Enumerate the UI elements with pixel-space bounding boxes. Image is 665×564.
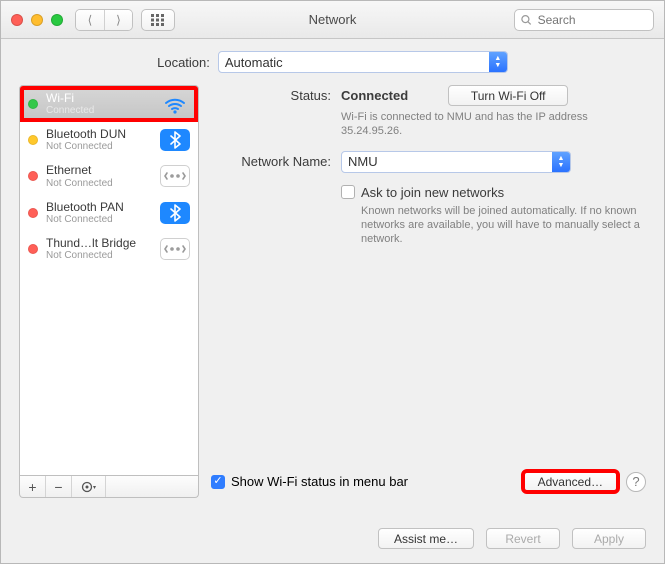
sidebar-item-wifi[interactable]: Wi-Fi Connected: [20, 86, 198, 122]
status-description: Wi-Fi is connected to NMU and has the IP…: [341, 110, 631, 139]
network-window: ⟨ ⟩ Network Location: Automatic: [0, 0, 665, 564]
search-field-wrap[interactable]: [514, 9, 654, 31]
sidebar-item-name: Wi-Fi: [46, 92, 152, 105]
location-label: Location:: [157, 55, 210, 70]
sidebar-item-ethernet[interactable]: Ethernet Not Connected: [20, 158, 198, 194]
sidebar-item-sub: Not Connected: [46, 141, 152, 152]
nav-back-forward: ⟨ ⟩: [75, 9, 133, 31]
remove-service-button[interactable]: −: [46, 476, 72, 497]
select-arrows-icon: ▲▼: [489, 52, 507, 72]
detail-bottom-row: Show Wi-Fi status in menu bar Advanced… …: [211, 465, 646, 498]
zoom-window-button[interactable]: [51, 14, 63, 26]
network-name-label: Network Name:: [211, 151, 341, 169]
sidebar-item-text: Wi-Fi Connected: [46, 92, 152, 116]
status-dot-icon: [28, 99, 38, 109]
sidebar-item-name: Thund…lt Bridge: [46, 237, 152, 250]
sidebar-item-text: Ethernet Not Connected: [46, 164, 152, 188]
main-content: Wi-Fi Connected Bluetooth DUN Not Connec…: [1, 85, 664, 516]
ask-join-label: Ask to join new networks: [361, 185, 504, 200]
location-select[interactable]: Automatic ▲▼: [218, 51, 508, 73]
ethernet-icon: [160, 165, 190, 187]
forward-button[interactable]: ⟩: [104, 10, 132, 30]
gear-icon: [81, 481, 97, 493]
status-dot-icon: [28, 135, 38, 145]
advanced-button[interactable]: Advanced…: [523, 471, 618, 492]
show-all-button[interactable]: [141, 9, 175, 31]
ethernet-icon: [160, 238, 190, 260]
select-arrows-icon: ▲▼: [552, 152, 570, 172]
titlebar: ⟨ ⟩ Network: [1, 1, 664, 39]
detail-panel: Status: Connected Turn Wi-Fi Off Wi-Fi i…: [211, 85, 646, 498]
sidebar-item-name: Bluetooth DUN: [46, 128, 152, 141]
status-value: Connected: [341, 88, 408, 103]
assist-me-button[interactable]: Assist me…: [378, 528, 474, 549]
network-name-row: Network Name: NMU ▲▼: [211, 151, 646, 173]
show-menu-label: Show Wi-Fi status in menu bar: [231, 474, 408, 489]
sidebar-item-name: Bluetooth PAN: [46, 201, 152, 214]
service-options-button[interactable]: [72, 476, 106, 497]
window-footer: Assist me… Revert Apply: [1, 516, 664, 563]
minimize-window-button[interactable]: [31, 14, 43, 26]
show-menu-checkbox[interactable]: [211, 475, 225, 489]
search-input[interactable]: [536, 12, 647, 28]
status-dot-icon: [28, 171, 38, 181]
search-icon: [521, 14, 532, 26]
bluetooth-icon: [160, 129, 190, 151]
ask-join-description: Known networks will be joined automatica…: [361, 204, 646, 247]
sidebar-item-sub: Not Connected: [46, 178, 152, 189]
sidebar-item-text: Thund…lt Bridge Not Connected: [46, 237, 152, 261]
sidebar-item-name: Ethernet: [46, 164, 152, 177]
bluetooth-icon: [160, 202, 190, 224]
add-service-button[interactable]: +: [20, 476, 46, 497]
network-name-select[interactable]: NMU ▲▼: [341, 151, 571, 173]
apply-button[interactable]: Apply: [572, 528, 646, 549]
sidebar-item-sub: Connected: [46, 105, 152, 116]
status-dot-icon: [28, 208, 38, 218]
sidebar-wrap: Wi-Fi Connected Bluetooth DUN Not Connec…: [19, 85, 199, 498]
grid-icon: [151, 14, 165, 26]
help-button[interactable]: ?: [626, 472, 646, 492]
back-button[interactable]: ⟨: [76, 10, 104, 30]
sidebar-item-bluetooth-dun[interactable]: Bluetooth DUN Not Connected: [20, 122, 198, 158]
sidebar-item-text: Bluetooth DUN Not Connected: [46, 128, 152, 152]
network-name-value: NMU: [348, 154, 378, 169]
location-row: Location: Automatic ▲▼: [1, 39, 664, 85]
status-row: Status: Connected Turn Wi-Fi Off Wi-Fi i…: [211, 85, 646, 139]
window-controls: [11, 14, 63, 26]
location-value: Automatic: [225, 55, 283, 70]
close-window-button[interactable]: [11, 14, 23, 26]
turn-wifi-off-button[interactable]: Turn Wi-Fi Off: [448, 85, 568, 106]
sidebar-item-sub: Not Connected: [46, 250, 152, 261]
sidebar-footer: + −: [19, 476, 199, 498]
sidebar-item-thunderbolt-bridge[interactable]: Thund…lt Bridge Not Connected: [20, 231, 198, 267]
sidebar-item-bluetooth-pan[interactable]: Bluetooth PAN Not Connected: [20, 195, 198, 231]
ask-join-row: Ask to join new networks Known networks …: [211, 185, 646, 247]
revert-button[interactable]: Revert: [486, 528, 560, 549]
services-sidebar: Wi-Fi Connected Bluetooth DUN Not Connec…: [19, 85, 199, 476]
status-dot-icon: [28, 244, 38, 254]
sidebar-item-sub: Not Connected: [46, 214, 152, 225]
status-label: Status:: [211, 85, 341, 103]
ask-join-checkbox[interactable]: [341, 185, 355, 199]
sidebar-item-text: Bluetooth PAN Not Connected: [46, 201, 152, 225]
wifi-icon: [160, 93, 190, 115]
